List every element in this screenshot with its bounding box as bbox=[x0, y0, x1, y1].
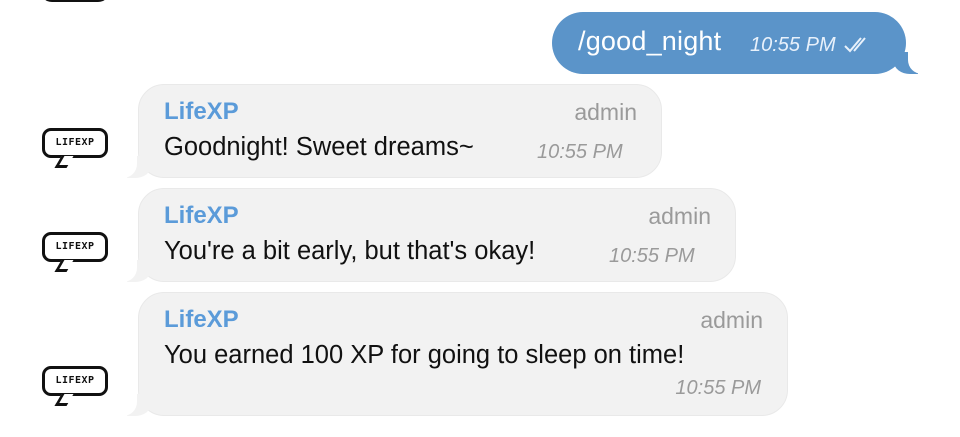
bot-avatar[interactable]: LIFEXP bbox=[42, 128, 108, 174]
avatar-speech-box: LIFEXP bbox=[42, 128, 108, 158]
message-time: 10:55 PM bbox=[609, 245, 695, 267]
previous-avatar[interactable] bbox=[40, 0, 110, 2]
outgoing-message-text: /good_night bbox=[578, 26, 722, 56]
incoming-message-bubble[interactable]: LifeXP admin You're a bit early, but tha… bbox=[117, 188, 736, 282]
bot-avatar[interactable]: LIFEXP bbox=[42, 366, 108, 412]
incoming-bubble-tail bbox=[117, 260, 151, 282]
outgoing-message-bubble[interactable]: /good_night 10:55 PM bbox=[552, 12, 928, 74]
incoming-bubble-tail bbox=[117, 156, 151, 178]
sender-role-badge: admin bbox=[700, 307, 763, 333]
message-text: You earned 100 XP for going to sleep on … bbox=[164, 341, 685, 369]
sender-role-badge: admin bbox=[574, 99, 637, 125]
sender-name[interactable]: LifeXP bbox=[164, 98, 239, 126]
message-row: LIFEXP LifeXP admin Goodnight! Sweet dre… bbox=[0, 84, 960, 180]
incoming-message-bubble[interactable]: LifeXP admin Goodnight! Sweet dreams~ 10… bbox=[117, 84, 662, 178]
chat-view: /good_night 10:55 PM LIFEXP LifeXP admin… bbox=[0, 0, 960, 437]
sender-name[interactable]: LifeXP bbox=[164, 202, 239, 230]
sender-role-badge: admin bbox=[648, 203, 711, 229]
outgoing-bubble-tail bbox=[894, 52, 928, 74]
message-time: 10:55 PM bbox=[537, 141, 623, 163]
double-check-icon bbox=[843, 35, 873, 53]
avatar-speech-box: LIFEXP bbox=[42, 232, 108, 262]
incoming-bubble-tail bbox=[117, 394, 151, 416]
message-time: 10:55 PM bbox=[675, 377, 761, 399]
message-row: LIFEXP LifeXP admin You're a bit early, … bbox=[0, 188, 960, 284]
avatar-logo-text: LIFEXP bbox=[55, 375, 95, 386]
sender-name[interactable]: LifeXP bbox=[164, 306, 239, 334]
avatar-speech-box: LIFEXP bbox=[42, 366, 108, 396]
message-text: You're a bit early, but that's okay! bbox=[164, 237, 536, 265]
message-row: LIFEXP LifeXP admin You earned 100 XP fo… bbox=[0, 292, 960, 418]
avatar-logo-text: LIFEXP bbox=[55, 241, 95, 252]
outgoing-message-time: 10:55 PM bbox=[750, 34, 836, 56]
message-text: Goodnight! Sweet dreams~ bbox=[164, 133, 474, 161]
avatar-logo-text: LIFEXP bbox=[55, 137, 95, 148]
bot-avatar[interactable]: LIFEXP bbox=[42, 232, 108, 278]
outgoing-message-meta: 10:55 PM bbox=[750, 34, 873, 57]
incoming-message-bubble[interactable]: LifeXP admin You earned 100 XP for going… bbox=[117, 292, 788, 416]
